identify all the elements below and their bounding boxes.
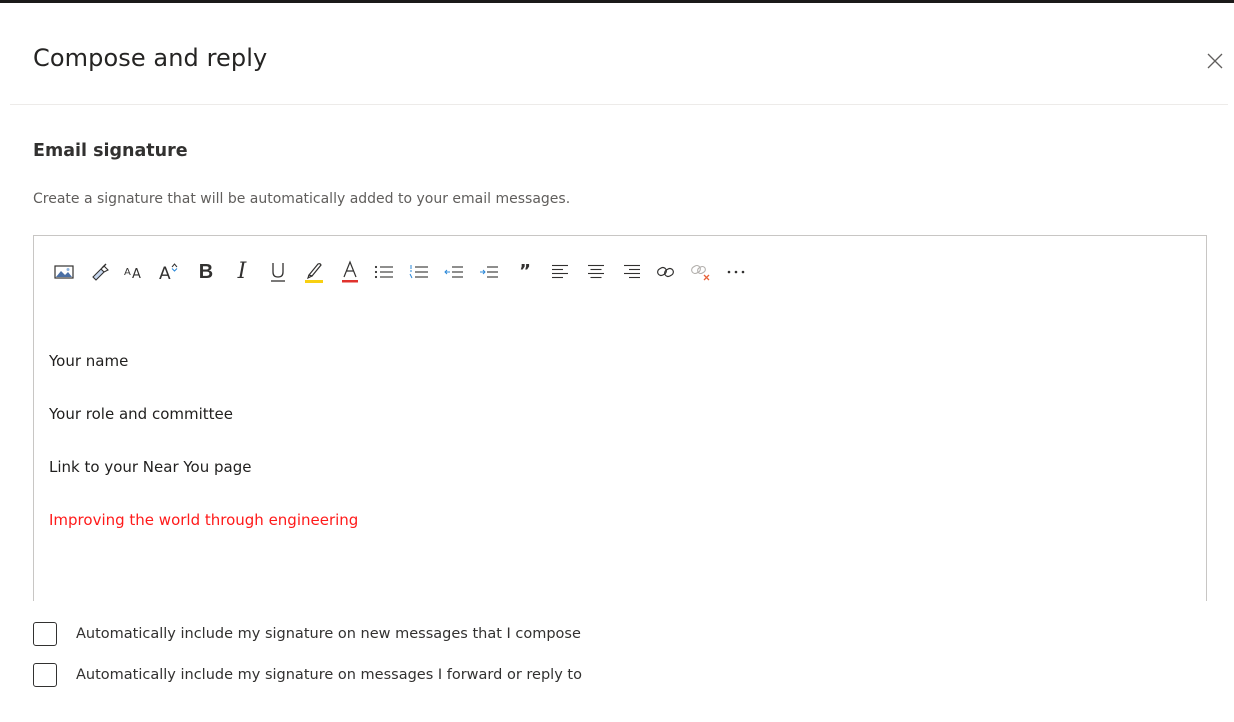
- include-reply-option[interactable]: Automatically include my signature on me…: [33, 662, 582, 688]
- signature-editor[interactable]: A A A B I ” Your name Your role and comm…: [33, 235, 1207, 601]
- insert-link-icon: [657, 266, 674, 278]
- signature-line-tagline: Improving the world through engineering: [49, 511, 359, 529]
- align-right-icon: [624, 264, 640, 279]
- italic-button[interactable]: I: [228, 258, 256, 286]
- align-right-button[interactable]: [618, 258, 646, 286]
- format-painter-icon: [92, 263, 109, 281]
- section-description: Create a signature that will be automati…: [33, 191, 571, 207]
- signature-line-name: Your name: [49, 352, 129, 370]
- font-color-icon: [342, 260, 358, 283]
- highlight-icon: [305, 263, 323, 283]
- grow-font-button[interactable]: A: [155, 258, 183, 286]
- align-center-button[interactable]: [582, 258, 610, 286]
- window-top-border: [0, 0, 1234, 3]
- svg-text:A: A: [132, 267, 141, 282]
- svg-text:A: A: [159, 264, 171, 283]
- bullets-button[interactable]: [370, 258, 398, 286]
- insert-link-button[interactable]: [652, 258, 680, 286]
- header-divider: [10, 104, 1228, 105]
- quote-icon: ”: [519, 261, 531, 282]
- signature-line-role: Your role and committee: [49, 405, 233, 423]
- more-options-button[interactable]: [722, 258, 750, 286]
- remove-link-button[interactable]: [687, 258, 715, 286]
- svg-text:A: A: [124, 267, 131, 278]
- close-icon: [1207, 53, 1223, 69]
- italic-icon: I: [237, 259, 247, 284]
- highlight-button[interactable]: [300, 258, 328, 286]
- increase-indent-icon: [480, 266, 498, 278]
- formatting-toolbar: A A A B I ”: [34, 258, 1206, 286]
- increase-indent-button[interactable]: [475, 258, 503, 286]
- numbering-icon: [409, 265, 428, 279]
- bold-button[interactable]: B: [192, 258, 220, 286]
- font-size-button[interactable]: A A: [120, 258, 148, 286]
- quote-button[interactable]: ”: [511, 258, 539, 286]
- decrease-indent-icon: [444, 266, 463, 278]
- include-reply-checkbox[interactable]: [33, 663, 57, 687]
- insert-picture-icon: [54, 265, 74, 279]
- include-new-messages-label: Automatically include my signature on ne…: [76, 626, 581, 642]
- include-new-messages-option[interactable]: Automatically include my signature on ne…: [33, 621, 581, 647]
- align-left-icon: [552, 264, 568, 279]
- font-color-button[interactable]: [336, 258, 364, 286]
- align-center-icon: [588, 264, 604, 279]
- bullets-icon: [374, 265, 393, 279]
- panel-title: Compose and reply: [33, 44, 268, 72]
- bold-icon: B: [198, 261, 214, 283]
- align-left-button[interactable]: [546, 258, 574, 286]
- more-options-icon: [727, 270, 745, 274]
- numbering-button[interactable]: [405, 258, 433, 286]
- close-button[interactable]: [1204, 50, 1226, 72]
- underline-icon: [271, 263, 285, 282]
- font-size-icon: A A: [124, 267, 141, 282]
- include-reply-label: Automatically include my signature on me…: [76, 667, 582, 683]
- include-new-messages-checkbox[interactable]: [33, 622, 57, 646]
- insert-picture-button[interactable]: [50, 258, 78, 286]
- underline-button[interactable]: [264, 258, 292, 286]
- format-painter-button[interactable]: [86, 258, 114, 286]
- grow-font-icon: A: [159, 263, 178, 283]
- decrease-indent-button[interactable]: [440, 258, 468, 286]
- remove-link-icon: [691, 264, 710, 281]
- section-heading: Email signature: [33, 141, 188, 161]
- signature-line-link: Link to your Near You page: [49, 458, 252, 476]
